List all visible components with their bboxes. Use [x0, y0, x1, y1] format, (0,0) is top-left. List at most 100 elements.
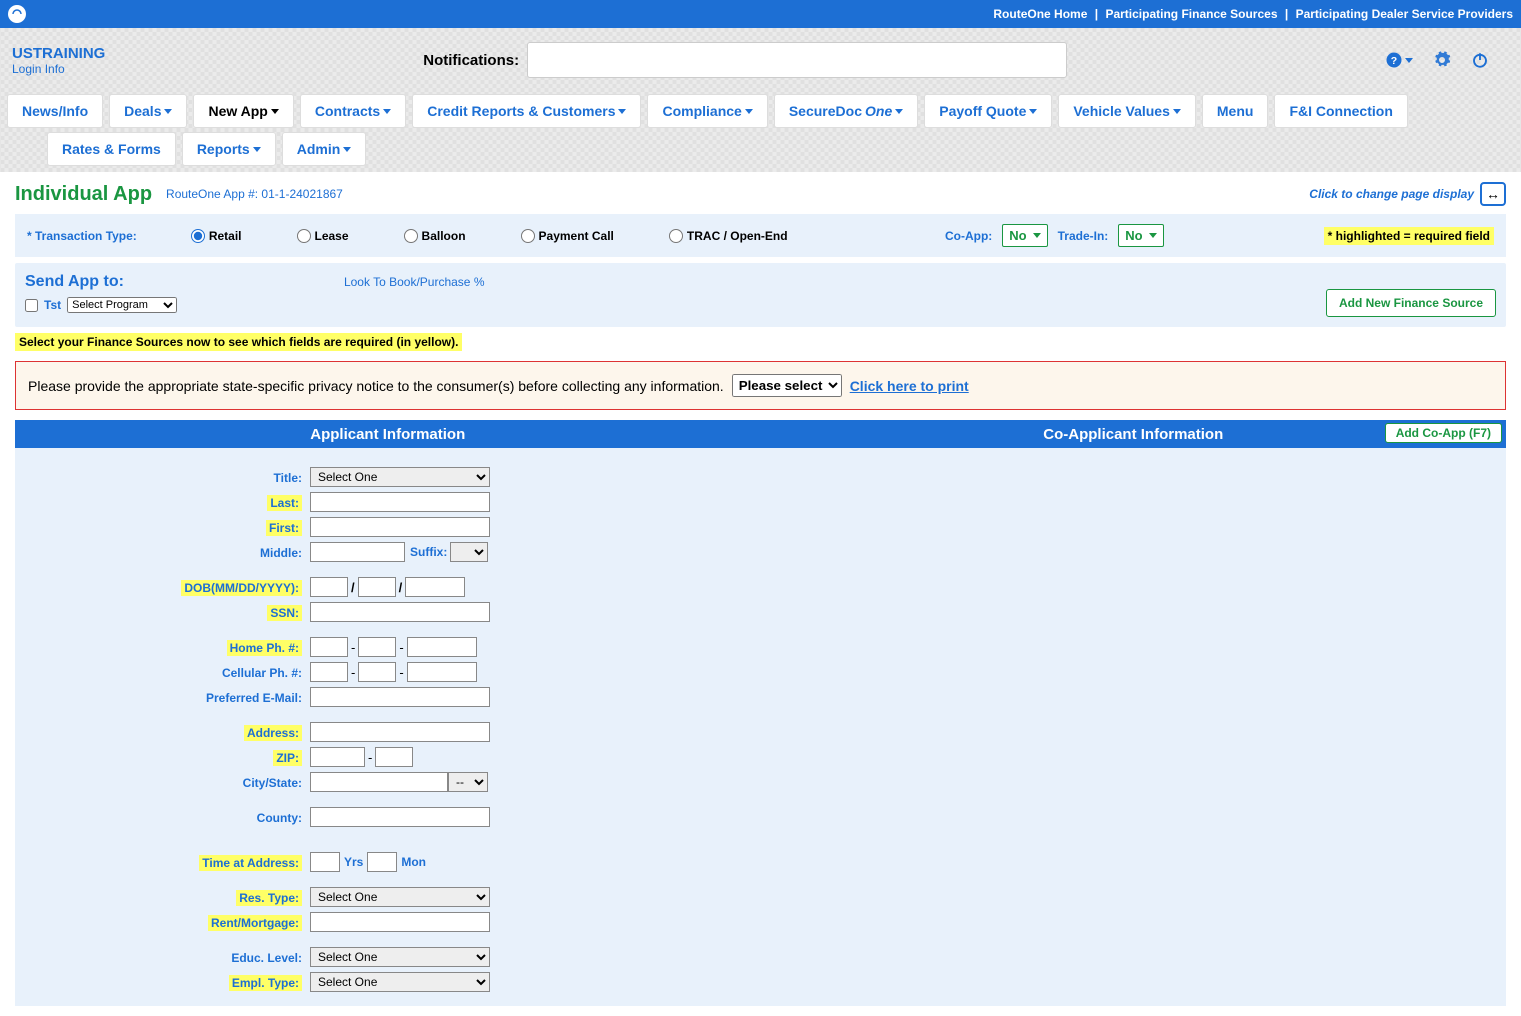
first-name-input[interactable]: [310, 517, 490, 537]
label-ssn: SSN:: [267, 605, 302, 621]
applicant-header-left: Applicant Information: [15, 426, 761, 443]
rent-input[interactable]: [310, 912, 490, 932]
link-dealer-providers[interactable]: Participating Dealer Service Providers: [1296, 7, 1513, 21]
home-phone-2[interactable]: [358, 637, 396, 657]
ssn-input[interactable]: [310, 602, 490, 622]
label-zip: ZIP:: [273, 750, 302, 766]
nav-securedoc[interactable]: SecureDocOne: [774, 94, 918, 128]
nav-news-info[interactable]: News/Info: [7, 94, 103, 128]
link-finance-sources[interactable]: Participating Finance Sources: [1105, 7, 1277, 21]
notifications-box[interactable]: [527, 42, 1067, 78]
page-display-toggle-icon[interactable]: ↔: [1480, 182, 1506, 206]
label-educ: Educ. Level:: [231, 951, 302, 965]
privacy-print-link[interactable]: Click here to print: [850, 378, 969, 394]
zip-1-input[interactable]: [310, 747, 365, 767]
radio-lease[interactable]: Lease: [297, 229, 349, 243]
title-select[interactable]: Select One: [310, 467, 490, 487]
radio-balloon[interactable]: Balloon: [404, 229, 466, 243]
cell-phone-3[interactable]: [407, 662, 477, 682]
required-field-note: * highlighted = required field: [1324, 227, 1494, 245]
gear-icon[interactable]: [1433, 51, 1451, 69]
label-county: County:: [257, 811, 302, 825]
transaction-type-options: Retail Lease Balloon Payment Call TRAC /…: [191, 229, 788, 243]
notifications-label: Notifications:: [423, 52, 519, 69]
tst-label: Tst: [44, 298, 61, 312]
send-app-title: Send App to:: [25, 273, 124, 291]
years-input[interactable]: [310, 852, 340, 872]
main-nav: News/Info Deals New App Contracts Credit…: [0, 92, 1521, 172]
label-mon: Mon: [401, 855, 426, 869]
help-icon[interactable]: ?: [1385, 51, 1413, 69]
nav-fi-connection[interactable]: F&I Connection: [1274, 94, 1407, 128]
label-empl: Empl. Type:: [229, 975, 302, 991]
radio-retail[interactable]: Retail: [191, 229, 242, 243]
page-display-link[interactable]: Click to change page display: [1309, 187, 1474, 201]
dob-dd-input[interactable]: [358, 577, 396, 597]
label-last: Last:: [267, 495, 302, 511]
suffix-select[interactable]: [450, 542, 488, 562]
empl-select[interactable]: Select One: [310, 972, 490, 992]
nav-reports[interactable]: Reports: [182, 132, 276, 166]
privacy-text: Please provide the appropriate state-spe…: [28, 378, 724, 394]
coapp-select[interactable]: No: [1002, 224, 1047, 247]
nav-compliance[interactable]: Compliance: [647, 94, 767, 128]
dob-yyyy-input[interactable]: [405, 577, 465, 597]
header-strip: USTRAINING Login Info Notifications: ?: [0, 28, 1521, 92]
nav-new-app[interactable]: New App: [193, 94, 293, 128]
months-input[interactable]: [367, 852, 397, 872]
tradein-label: Trade-In:: [1058, 229, 1109, 243]
tst-checkbox[interactable]: [25, 299, 38, 312]
link-routeone-home[interactable]: RouteOne Home: [993, 7, 1087, 21]
label-suffix: Suffix:: [410, 545, 447, 559]
radio-payment-call[interactable]: Payment Call: [521, 229, 614, 243]
coapp-label: Co-App:: [945, 229, 992, 243]
add-coapp-button[interactable]: Add Co-App (F7): [1385, 423, 1502, 443]
state-select[interactable]: --: [448, 772, 488, 792]
label-rent: Rent/Mortgage:: [208, 915, 302, 931]
nav-payoff-quote[interactable]: Payoff Quote: [924, 94, 1052, 128]
email-input[interactable]: [310, 687, 490, 707]
dob-mm-input[interactable]: [310, 577, 348, 597]
last-name-input[interactable]: [310, 492, 490, 512]
nav-contracts[interactable]: Contracts: [300, 94, 406, 128]
transaction-type-row: * Transaction Type: Retail Lease Balloon…: [15, 214, 1506, 257]
login-info-link[interactable]: Login Info: [12, 62, 105, 76]
label-cell-phone: Cellular Ph. #:: [222, 666, 302, 680]
tradein-select[interactable]: No: [1118, 224, 1163, 247]
zip-2-input[interactable]: [375, 747, 413, 767]
nav-credit-reports[interactable]: Credit Reports & Customers: [412, 94, 641, 128]
label-address: Address:: [244, 725, 302, 741]
cell-phone-1[interactable]: [310, 662, 348, 682]
look-to-book-link[interactable]: Look To Book/Purchase %: [344, 275, 485, 289]
educ-select[interactable]: Select One: [310, 947, 490, 967]
org-name: USTRAINING: [12, 45, 105, 62]
page-title: Individual App: [15, 183, 152, 206]
page-main: Individual App RouteOne App #: 01-1-2402…: [0, 172, 1521, 1016]
res-type-select[interactable]: Select One: [310, 887, 490, 907]
app-logo-icon: [8, 5, 26, 23]
county-input[interactable]: [310, 807, 490, 827]
power-icon[interactable]: [1471, 51, 1489, 69]
label-dob: DOB(MM/DD/YYYY):: [181, 580, 302, 596]
home-phone-3[interactable]: [407, 637, 477, 657]
nav-rates-forms[interactable]: Rates & Forms: [47, 132, 176, 166]
program-select[interactable]: Select Program: [67, 297, 177, 313]
privacy-state-select[interactable]: Please select: [732, 374, 842, 397]
add-finance-source-button[interactable]: Add New Finance Source: [1326, 289, 1496, 317]
label-email: Preferred E-Mail:: [206, 691, 302, 705]
radio-trac[interactable]: TRAC / Open-End: [669, 229, 788, 243]
top-bar-links: RouteOne Home | Participating Finance So…: [993, 7, 1513, 21]
address-input[interactable]: [310, 722, 490, 742]
top-bar: RouteOne Home | Participating Finance So…: [0, 0, 1521, 28]
nav-admin[interactable]: Admin: [282, 132, 367, 166]
middle-name-input[interactable]: [310, 542, 405, 562]
city-input[interactable]: [310, 772, 448, 792]
home-phone-1[interactable]: [310, 637, 348, 657]
label-city-state: City/State:: [243, 776, 302, 790]
nav-menu[interactable]: Menu: [1202, 94, 1269, 128]
nav-deals[interactable]: Deals: [109, 94, 187, 128]
applicant-form: Title: Select One Last: First: Middle: S…: [15, 448, 1506, 1006]
label-first: First:: [266, 520, 302, 536]
cell-phone-2[interactable]: [358, 662, 396, 682]
nav-vehicle-values[interactable]: Vehicle Values: [1058, 94, 1196, 128]
